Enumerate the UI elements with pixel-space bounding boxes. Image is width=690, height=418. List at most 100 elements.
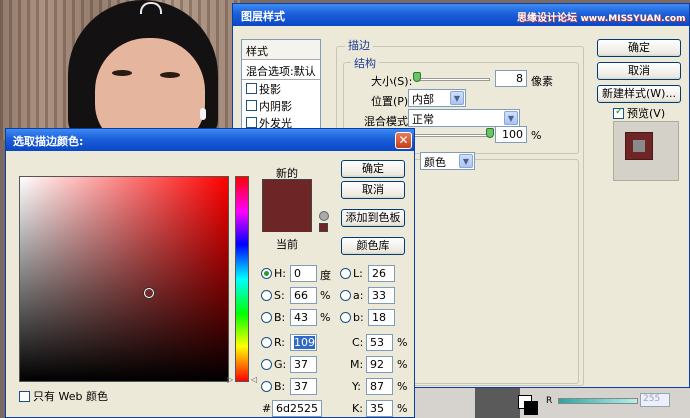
a-channel-radio[interactable] — [340, 290, 351, 301]
styles-list-header[interactable]: 样式 — [242, 40, 320, 60]
red-input[interactable]: 109 — [290, 334, 317, 351]
magenta-unit: % — [397, 358, 408, 371]
color-panel-slider-value[interactable]: 255 — [640, 393, 670, 407]
hue-input[interactable]: 0 — [290, 265, 317, 282]
blue-input[interactable]: 37 — [290, 378, 317, 395]
hex-input[interactable]: 6d2525 — [272, 400, 322, 417]
photo-tiara — [140, 2, 162, 14]
foreground-color-swatch[interactable] — [524, 401, 538, 415]
gamut-color-swatch[interactable] — [319, 223, 328, 232]
web-colors-toggle[interactable]: 只有 Web 颜色 — [19, 388, 108, 404]
outer-glow-checkbox[interactable] — [246, 117, 257, 128]
layer-style-titlebar[interactable]: 图层样式 思缘设计论坛 www.MISSYUAN.com — [233, 4, 689, 26]
hue-slider[interactable] — [235, 176, 249, 382]
position-select[interactable]: 内部 ▼ — [408, 89, 466, 107]
brightness-input[interactable]: 43 — [290, 309, 317, 326]
position-select-value: 内部 — [412, 93, 434, 106]
close-icon[interactable]: ✕ — [395, 132, 412, 149]
color-picker-title: 选取描边颜色: — [13, 135, 84, 148]
styles-list-blending[interactable]: 混合选项:默认 — [242, 60, 320, 80]
saturation-brightness-field[interactable] — [19, 176, 229, 382]
drop-shadow-checkbox[interactable] — [246, 83, 257, 94]
picker-cancel-button[interactable]: 取消 — [341, 181, 405, 199]
yellow-unit: % — [397, 380, 408, 393]
hue-radio[interactable] — [261, 268, 272, 279]
blue-radio[interactable] — [261, 381, 272, 392]
color-libraries-button[interactable]: 颜色库 — [341, 237, 405, 255]
size-input[interactable]: 8 — [495, 70, 527, 87]
photo-earring — [200, 108, 206, 120]
chevron-down-icon: ▼ — [504, 111, 518, 125]
styles-list-item-label: 内阴影 — [259, 99, 292, 113]
blend-mode-label: 混合模式: — [364, 115, 412, 128]
hue-label: H: — [274, 267, 286, 280]
a-channel-input[interactable]: 33 — [368, 287, 395, 304]
brightness-radio[interactable] — [261, 312, 272, 323]
site-watermark: 思缘设计论坛 www.MISSYUAN.com — [517, 9, 686, 24]
color-picker-dialog: 选取描边颜色: ✕ ▷ ◁ 新的 当前 确定 取消 添加到色板 颜色库 H: 0… — [5, 128, 415, 418]
black-input[interactable]: 35 — [366, 400, 393, 417]
layer-style-cancel-button[interactable]: 取消 — [597, 62, 681, 80]
layer-style-title: 图层样式 — [241, 10, 285, 23]
background-photo — [0, 0, 240, 140]
b-channel-label: b: — [353, 311, 364, 324]
stroke-group-title: 描边 — [345, 37, 373, 53]
color-panel-slider[interactable] — [558, 398, 638, 404]
yellow-input[interactable]: 87 — [366, 378, 393, 395]
watermark-brand: 思缘设计论坛 — [517, 13, 577, 24]
picker-ok-button[interactable]: 确定 — [341, 160, 405, 178]
saturation-radio[interactable] — [261, 290, 272, 301]
green-input[interactable]: 37 — [290, 356, 317, 373]
yellow-label: Y: — [352, 380, 361, 393]
web-colors-checkbox[interactable] — [19, 390, 30, 402]
saturation-input[interactable]: 66 — [290, 287, 317, 304]
photo-eye-right — [160, 72, 180, 78]
lightness-radio[interactable] — [340, 268, 351, 279]
styles-list-item[interactable]: 内阴影 — [242, 97, 320, 114]
size-slider-thumb[interactable] — [413, 72, 421, 82]
opacity-slider-thumb[interactable] — [486, 128, 494, 138]
styles-list: 样式 混合选项:默认 投影 内阴影 外发光 — [241, 39, 321, 139]
opacity-input[interactable]: 100 — [495, 126, 527, 143]
opacity-slider[interactable] — [413, 134, 493, 137]
color-picker-titlebar[interactable]: 选取描边颜色: ✕ — [6, 129, 414, 151]
preview-label: 预览(V) — [627, 107, 666, 120]
checkmark-icon: ✓ — [615, 105, 624, 117]
blend-mode-select[interactable]: 正常 ▼ — [408, 109, 520, 127]
black-label: K: — [352, 402, 363, 415]
hue-unit: 度 — [320, 269, 331, 282]
b-channel-radio[interactable] — [340, 312, 351, 323]
preview-checkbox[interactable]: ✓ — [613, 105, 624, 119]
hex-label: # — [262, 402, 272, 415]
gamut-warning-icon[interactable] — [319, 211, 329, 221]
fill-type-select[interactable]: 颜色 ▼ — [420, 152, 475, 170]
layer-style-ok-button[interactable]: 确定 — [597, 39, 681, 57]
cyan-unit: % — [397, 336, 408, 349]
green-label: G: — [274, 358, 287, 371]
style-preview-fill — [633, 140, 645, 152]
size-label: 大小(S): — [371, 75, 413, 88]
lightness-label: L: — [353, 267, 363, 280]
green-radio[interactable] — [261, 359, 272, 370]
photo-face — [95, 38, 205, 140]
inner-shadow-checkbox[interactable] — [246, 100, 257, 111]
b-channel-input[interactable]: 18 — [368, 309, 395, 326]
blue-label: B: — [274, 380, 286, 393]
cyan-label: C: — [352, 336, 364, 349]
hue-slider-left-arrow-icon[interactable]: ▷ — [227, 375, 233, 384]
size-slider[interactable] — [414, 78, 490, 81]
chevron-down-icon: ▼ — [450, 91, 464, 105]
hue-slider-right-arrow-icon[interactable]: ◁ — [251, 375, 257, 384]
red-radio[interactable] — [261, 337, 272, 348]
styles-list-item[interactable]: 投影 — [242, 80, 320, 97]
add-to-swatches-button[interactable]: 添加到色板 — [341, 209, 405, 227]
cyan-input[interactable]: 53 — [366, 334, 393, 351]
new-style-button[interactable]: 新建样式(W)... — [597, 85, 681, 103]
color-picker-cursor[interactable] — [144, 288, 154, 298]
watermark-url: www.MISSYUAN.com — [580, 14, 686, 24]
brightness-label: B: — [274, 311, 286, 324]
red-input-value: 109 — [294, 336, 315, 349]
lightness-input[interactable]: 26 — [368, 265, 395, 282]
magenta-input[interactable]: 92 — [366, 356, 393, 373]
preview-toggle[interactable]: ✓ 预览(V) — [613, 105, 665, 121]
